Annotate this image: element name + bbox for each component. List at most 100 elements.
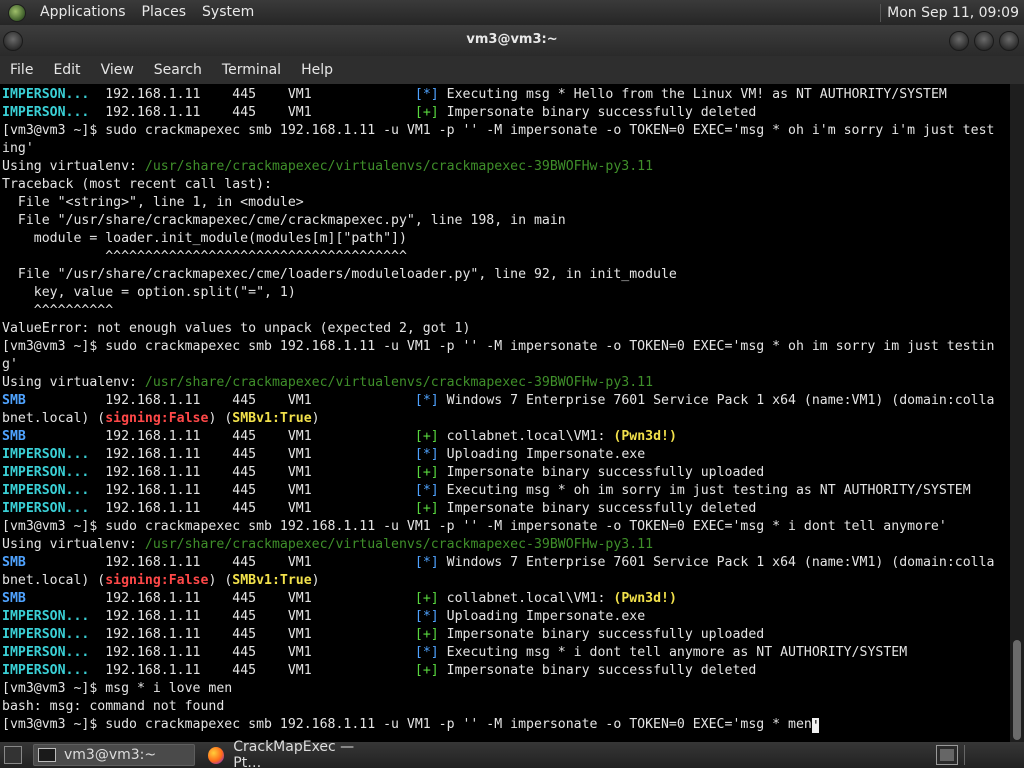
terminal-text: Uploading Impersonate.exe [438, 609, 646, 624]
menu-view[interactable]: View [91, 56, 144, 84]
terminal-text: 192.168.1.11 445 VM1 [25, 591, 415, 606]
menu-file[interactable]: File [0, 56, 43, 84]
terminal-text: Executing msg * i dont tell anymore as N… [438, 645, 908, 660]
terminal-text: IMPERSON... [2, 483, 90, 498]
terminal-text: module = loader.init_module(modules[m]["… [2, 231, 407, 246]
taskbar-item-label: CrackMapExec — Pt… [233, 739, 355, 768]
distro-logo-icon[interactable] [8, 3, 26, 22]
terminal-line: Using virtualenv: /usr/share/crackmapexe… [2, 374, 994, 392]
terminal-menubar: File Edit View Search Terminal Help [0, 56, 1024, 84]
terminal-line: SMB 192.168.1.11 445 VM1 [+] collabnet.l… [2, 428, 994, 446]
terminal-text: /usr/share/crackmapexec/virtualenvs/crac… [144, 159, 654, 174]
terminal-text: 192.168.1.11 445 VM1 [89, 645, 415, 660]
terminal-text: [+] [414, 591, 439, 606]
terminal-text: Windows 7 Enterprise 7601 Service Pack 1… [438, 555, 995, 570]
terminal-text: signing:False [105, 573, 209, 588]
terminal-line: [vm3@vm3 ~]$ msg * i love men [2, 680, 994, 698]
taskbar-item-terminal[interactable]: vm3@vm3:~ [33, 744, 195, 766]
terminal-line: [vm3@vm3 ~]$ sudo crackmapexec smb 192.1… [2, 716, 994, 734]
terminal-line: Traceback (most recent call last): [2, 176, 994, 194]
terminal-text: /usr/share/crackmapexec/virtualenvs/crac… [144, 375, 654, 390]
terminal-text: IMPERSON... [2, 609, 90, 624]
terminal-text: ing' [2, 141, 34, 156]
applications-menu[interactable]: Applications [32, 0, 134, 25]
terminal-line: IMPERSON... 192.168.1.11 445 VM1 [*] Upl… [2, 446, 994, 464]
terminal-text: Windows 7 Enterprise 7601 Service Pack 1… [438, 393, 995, 408]
window-titlebar[interactable]: vm3@vm3:~ [0, 25, 1024, 56]
terminal-line: IMPERSON... 192.168.1.11 445 VM1 [+] Imp… [2, 464, 994, 482]
terminal-lines: IMPERSON... 192.168.1.11 445 VM1 [*] Exe… [2, 86, 994, 734]
terminal-text: IMPERSON... [2, 501, 90, 516]
terminal-line: module = loader.init_module(modules[m]["… [2, 230, 994, 248]
menu-edit[interactable]: Edit [43, 56, 90, 84]
terminal-text: [*] [414, 609, 439, 624]
terminal-text: ) [311, 573, 320, 588]
terminal-text: IMPERSON... [2, 663, 90, 678]
terminal-text: 192.168.1.11 445 VM1 [89, 663, 415, 678]
terminal-line: IMPERSON... 192.168.1.11 445 VM1 [*] Upl… [2, 608, 994, 626]
maximize-button[interactable] [974, 31, 994, 51]
terminal-text: (Pwn3d!) [613, 591, 677, 606]
show-desktop-icon[interactable] [4, 746, 22, 764]
minimize-button[interactable] [949, 31, 969, 51]
taskbar-divider [964, 745, 965, 765]
text-cursor: ' [811, 718, 820, 734]
terminal-text: Using virtualenv: [2, 375, 145, 390]
system-menu[interactable]: System [194, 0, 262, 25]
terminal-text: SMB [2, 393, 26, 408]
terminal-text: IMPERSON... [2, 465, 90, 480]
terminal-text: Impersonate binary successfully uploaded [438, 465, 765, 480]
terminal-line: bash: msg: command not found [2, 698, 994, 716]
terminal-text: IMPERSON... [2, 645, 90, 660]
terminal-text: g' [2, 357, 18, 372]
terminal-line: File "/usr/share/crackmapexec/cme/loader… [2, 266, 994, 284]
terminal-line: IMPERSON... 192.168.1.11 445 VM1 [*] Exe… [2, 644, 994, 662]
terminal-text: ) ( [208, 573, 233, 588]
terminal-text: 192.168.1.11 445 VM1 [89, 105, 415, 120]
terminal-text: [*] [414, 645, 439, 660]
terminal-text: /usr/share/crackmapexec/virtualenvs/crac… [144, 537, 654, 552]
terminal-text: signing:False [105, 411, 209, 426]
close-button[interactable] [999, 31, 1019, 51]
terminal-text: IMPERSON... [2, 627, 90, 642]
menu-terminal[interactable]: Terminal [212, 56, 291, 84]
terminal-text: bash: msg: command not found [2, 699, 225, 714]
terminal-line: ^^^^^^^^^^ [2, 302, 994, 320]
menu-search[interactable]: Search [144, 56, 212, 84]
terminal-text: Traceback (most recent call last): [2, 177, 272, 192]
terminal-text: File "<string>", line 1, in <module> [2, 195, 304, 210]
terminal-text: Impersonate binary successfully deleted [438, 663, 757, 678]
terminal-output[interactable]: IMPERSON... 192.168.1.11 445 VM1 [*] Exe… [0, 84, 1010, 742]
terminal-line: SMB 192.168.1.11 445 VM1 [+] collabnet.l… [2, 590, 994, 608]
terminal-text: SMB [2, 555, 26, 570]
terminal-text: [+] [414, 429, 439, 444]
terminal-text: [vm3@vm3 ~]$ sudo crackmapexec smb 192.1… [2, 123, 995, 138]
terminal-text: ) [311, 411, 320, 426]
menu-help[interactable]: Help [291, 56, 343, 84]
terminal-text: [+] [414, 501, 439, 516]
terminal-line: ing' [2, 140, 994, 158]
terminal-text: 192.168.1.11 445 VM1 [89, 447, 415, 462]
scrollbar-thumb[interactable] [1013, 640, 1021, 740]
terminal-text: key, value = option.split("=", 1) [2, 285, 296, 300]
terminal-text: IMPERSON... [2, 105, 90, 120]
terminal-line: Using virtualenv: /usr/share/crackmapexe… [2, 536, 994, 554]
terminal-text: [+] [414, 105, 439, 120]
places-menu[interactable]: Places [134, 0, 195, 25]
terminal-text: [vm3@vm3 ~]$ sudo crackmapexec smb 192.1… [2, 519, 947, 534]
panel-clock[interactable]: Mon Sep 11, 09:09 [887, 5, 1024, 21]
terminal-text: Impersonate binary successfully deleted [438, 501, 757, 516]
terminal-line: IMPERSON... 192.168.1.11 445 VM1 [+] Imp… [2, 104, 994, 122]
terminal-scrollbar[interactable] [1010, 84, 1024, 742]
terminal-text: 192.168.1.11 445 VM1 [89, 483, 415, 498]
terminal-line: File "/usr/share/crackmapexec/cme/crackm… [2, 212, 994, 230]
workspace-switcher-icon[interactable] [936, 745, 958, 765]
terminal-text: SMBv1:True [232, 573, 312, 588]
bottom-taskbar: vm3@vm3:~ CrackMapExec — Pt… [0, 739, 1024, 768]
terminal-text: 192.168.1.11 445 VM1 [25, 393, 415, 408]
taskbar-item-browser[interactable]: CrackMapExec — Pt… [204, 739, 384, 768]
terminal-text: ValueError: not enough values to unpack … [2, 321, 471, 336]
terminal-text: Uploading Impersonate.exe [438, 447, 646, 462]
terminal-text: IMPERSON... [2, 87, 90, 102]
terminal-line: SMB 192.168.1.11 445 VM1 [*] Windows 7 E… [2, 392, 994, 410]
